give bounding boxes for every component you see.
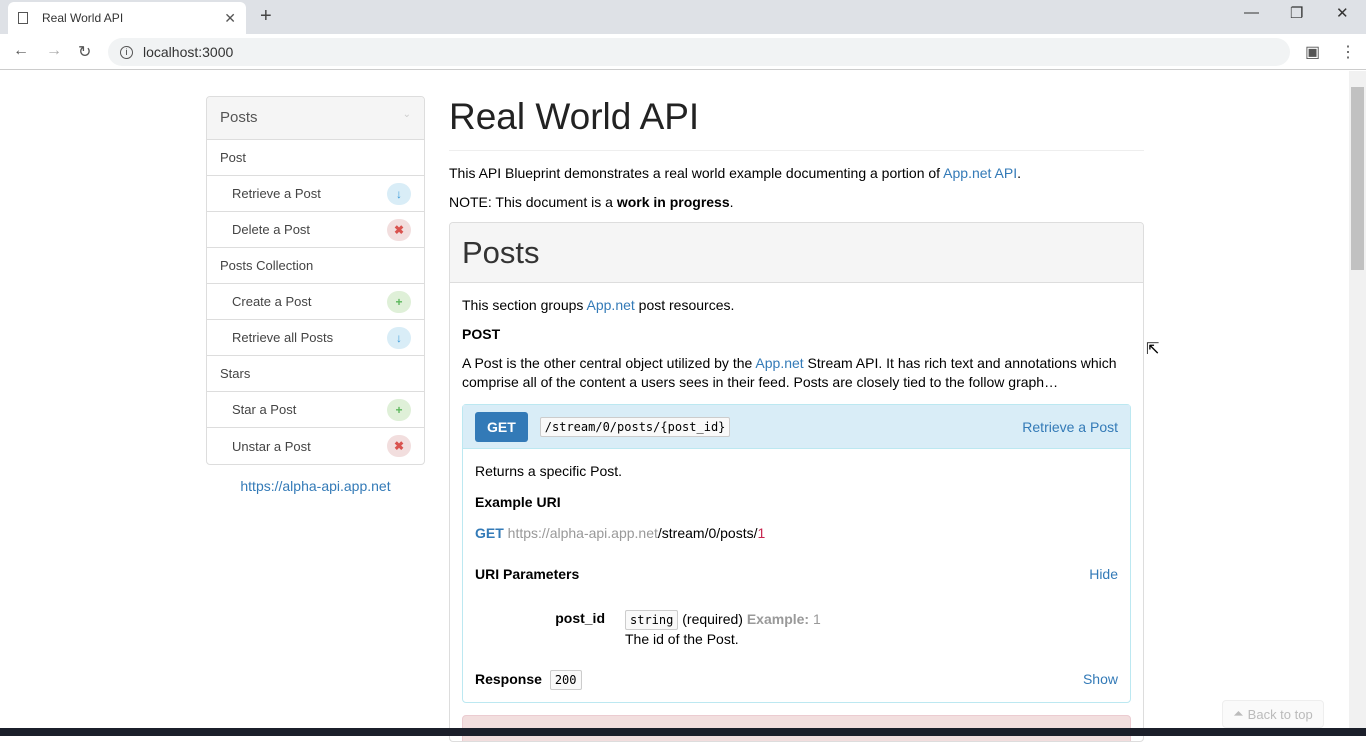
param-name: post_id xyxy=(475,610,625,649)
example-path: /stream/0/posts/ xyxy=(658,525,758,541)
example-uri-label: Example URI xyxy=(475,493,1118,511)
scrollbar-thumb[interactable] xyxy=(1351,87,1364,270)
arrow-up-icon: ⏶ xyxy=(1233,706,1243,722)
sidebar-header[interactable]: Posts ⌄ xyxy=(207,97,424,140)
response-label: Response xyxy=(475,671,542,687)
del-method-icon: ✖ xyxy=(387,435,411,457)
example-host: https://alpha-api.app.net xyxy=(508,525,658,541)
action-path: /stream/0/posts/{post_id} xyxy=(540,417,731,437)
param-row: post_id string (required) Example: 1 The … xyxy=(475,610,1118,649)
desc-text: This section groups xyxy=(462,297,587,313)
back-to-top-label: Back to top xyxy=(1248,707,1313,722)
sidebar-item[interactable]: Delete a Post ✖ xyxy=(207,212,424,248)
action-name-link[interactable]: Retrieve a Post xyxy=(1022,419,1118,435)
info-icon[interactable]: i xyxy=(120,46,133,59)
close-window-button[interactable]: ✕ xyxy=(1336,4,1349,22)
example-uri: GET https://alpha-api.app.net/stream/0/p… xyxy=(475,524,1118,542)
sidebar-header-label: Posts xyxy=(220,109,258,127)
section-desc: This section groups App.net post resourc… xyxy=(462,296,1131,314)
intro-end: . xyxy=(1017,165,1021,181)
param-type: string xyxy=(625,610,678,630)
show-response-link[interactable]: Show xyxy=(1083,671,1118,687)
example-value: 1 xyxy=(758,525,766,541)
sidebar-item[interactable]: Star a Post + xyxy=(207,392,424,428)
menu-icon[interactable]: ⋮ xyxy=(1340,42,1356,62)
body-text: A Post is the other central object utili… xyxy=(462,355,755,371)
url-text: localhost:3000 xyxy=(143,44,233,60)
back-icon[interactable]: ← xyxy=(13,42,29,60)
post-method-icon: + xyxy=(387,291,411,313)
host-link[interactable]: https://alpha-api.app.net xyxy=(206,478,425,494)
action-retrieve-post: GET /stream/0/posts/{post_id} Retrieve a… xyxy=(462,404,1131,703)
sidebar-item[interactable]: Retrieve a Post ↓ xyxy=(207,176,424,212)
subheading: POST xyxy=(462,325,1131,343)
sidebar-item[interactable]: Create a Post + xyxy=(207,284,424,320)
del-method-icon: ✖ xyxy=(387,219,411,241)
reload-icon[interactable]: ↻ xyxy=(78,42,91,62)
appnet-api-link[interactable]: App.net API xyxy=(943,165,1017,181)
sidebar-item-label: Retrieve all Posts xyxy=(232,330,333,345)
url-input[interactable]: i localhost:3000 xyxy=(108,38,1290,66)
appnet-link[interactable]: App.net xyxy=(587,297,635,313)
sidebar-item[interactable]: Retrieve all Posts ↓ xyxy=(207,320,424,356)
close-tab-icon[interactable]: ✕ xyxy=(224,10,236,27)
note: NOTE: This document is a work in progres… xyxy=(449,193,1144,211)
param-required: (required) xyxy=(682,611,743,627)
action-header[interactable]: GET /stream/0/posts/{post_id} Retrieve a… xyxy=(463,405,1130,449)
intro: This API Blueprint demonstrates a real w… xyxy=(449,164,1144,182)
tab-bar: Real World API ✕ + — ❐ ✕ xyxy=(0,0,1366,34)
uri-params-label: URI Parameters xyxy=(475,566,579,582)
document-icon xyxy=(18,12,28,24)
new-tab-button[interactable]: + xyxy=(260,5,272,28)
maximize-button[interactable]: ❐ xyxy=(1290,4,1303,22)
sidebar-group[interactable]: Post xyxy=(207,140,424,176)
main-content: Real World API This API Blueprint demons… xyxy=(449,96,1144,742)
hide-params-link[interactable]: Hide xyxy=(1089,566,1118,582)
desc-end: post resources. xyxy=(635,297,735,313)
get-method-icon: ↓ xyxy=(387,183,411,205)
scrollbar[interactable] xyxy=(1349,71,1366,728)
sidebar-group[interactable]: Stars xyxy=(207,356,424,392)
param-example-label: Example: xyxy=(747,611,809,627)
chevron-down-icon: ⌄ xyxy=(403,109,411,127)
intro-text: This API Blueprint demonstrates a real w… xyxy=(449,165,943,181)
sidebar-item-label: Create a Post xyxy=(232,294,312,309)
param-example: 1 xyxy=(813,611,821,627)
back-to-top-button[interactable]: ⏶ Back to top xyxy=(1222,700,1324,728)
note-bold: work in progress xyxy=(617,194,730,210)
forward-icon[interactable]: → xyxy=(46,42,62,60)
minimize-button[interactable]: — xyxy=(1244,4,1259,21)
response-code: 200 xyxy=(550,670,582,690)
sidebar-nav: Posts ⌄ Post Retrieve a Post ↓ Delete a Post… xyxy=(206,96,425,465)
taskbar xyxy=(0,728,1366,736)
address-bar: ← → ↻ i localhost:3000 ▣ ⋮ xyxy=(0,34,1366,70)
action-desc: Returns a specific Post. xyxy=(475,462,1118,480)
sidebar-item-label: Unstar a Post xyxy=(232,439,311,454)
post-method-icon: + xyxy=(387,399,411,421)
sidebar-group[interactable]: Posts Collection xyxy=(207,248,424,284)
appnet-link-2[interactable]: App.net xyxy=(755,355,803,371)
profile-icon[interactable]: ▣ xyxy=(1305,42,1320,62)
page-title: Real World API xyxy=(449,96,1144,151)
sidebar-item-label: Retrieve a Post xyxy=(232,186,321,201)
mouse-cursor: ⇱ xyxy=(1146,339,1159,359)
note-text: NOTE: This document is a xyxy=(449,194,617,210)
param-desc: The id of the Post. xyxy=(625,631,739,647)
get-method-icon: ↓ xyxy=(387,327,411,349)
note-end: . xyxy=(730,194,734,210)
sidebar-item-label: Star a Post xyxy=(232,402,296,417)
section-title: Posts xyxy=(450,223,1143,283)
sidebar-item-label: Delete a Post xyxy=(232,222,310,237)
posts-section: Posts This section groups App.net post r… xyxy=(449,222,1144,742)
method-badge: GET xyxy=(475,412,528,442)
tab-title: Real World API xyxy=(42,11,123,25)
browser-tab[interactable]: Real World API ✕ xyxy=(8,2,246,34)
section-body: A Post is the other central object utili… xyxy=(462,354,1131,392)
sidebar-item[interactable]: Unstar a Post ✖ xyxy=(207,428,424,464)
example-method: GET xyxy=(475,525,504,541)
